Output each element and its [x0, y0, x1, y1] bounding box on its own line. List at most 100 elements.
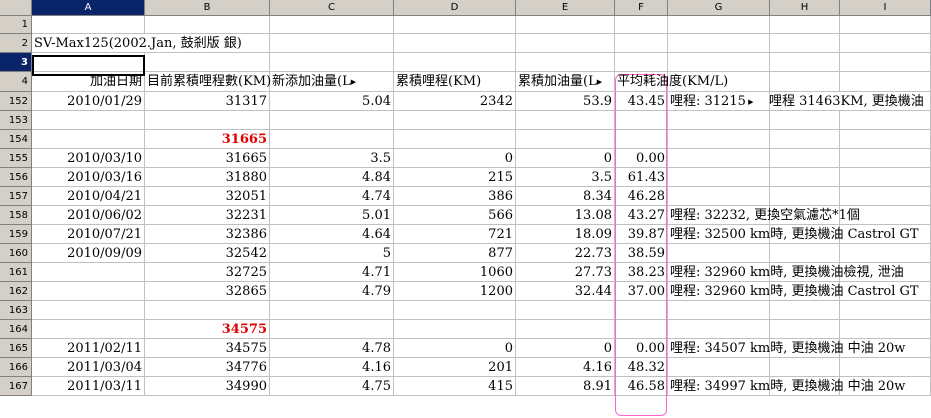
column-header-c[interactable]: C — [270, 0, 394, 16]
cell-e165[interactable]: 0 — [516, 339, 615, 358]
cell-e160[interactable]: 22.73 — [516, 244, 615, 263]
cell-f164[interactable] — [615, 320, 668, 339]
cell-g164[interactable] — [668, 320, 770, 339]
cell-b152[interactable]: 31317 — [145, 92, 270, 111]
cell-f165[interactable]: 0.00 — [615, 339, 668, 358]
cell-h166[interactable] — [770, 358, 840, 377]
cell-f154[interactable] — [615, 130, 668, 149]
cell-a152[interactable]: 2010/01/29 — [32, 92, 145, 111]
cell-d158[interactable]: 566 — [394, 206, 516, 225]
cell-c1[interactable] — [270, 16, 394, 34]
cell-a2[interactable]: SV-Max125(2002.Jan, 鼓剎版 銀) — [32, 34, 242, 53]
cell-b163[interactable] — [145, 301, 270, 320]
cell-f167[interactable]: 46.58 — [615, 377, 668, 396]
cell-e163[interactable] — [516, 301, 615, 320]
cell-c155[interactable]: 3.5 — [270, 149, 394, 168]
row-header-161[interactable]: 161 — [0, 263, 32, 282]
cell-e161[interactable]: 27.73 — [516, 263, 615, 282]
cell-e159[interactable]: 18.09 — [516, 225, 615, 244]
cell-b157[interactable]: 32051 — [145, 187, 270, 206]
cell-d154[interactable] — [394, 130, 516, 149]
cell-a158[interactable]: 2010/06/02 — [32, 206, 145, 225]
row-header-167[interactable]: 167 — [0, 377, 32, 396]
row-header-1[interactable]: 1 — [0, 16, 32, 34]
cell-d157[interactable]: 386 — [394, 187, 516, 206]
cell-i3[interactable] — [840, 53, 931, 72]
cell-e164[interactable] — [516, 320, 615, 339]
cell-d166[interactable]: 201 — [394, 358, 516, 377]
cell-c154[interactable] — [270, 130, 394, 149]
cell-h155[interactable] — [770, 149, 840, 168]
cell-h157[interactable] — [770, 187, 840, 206]
column-header-g[interactable]: G — [668, 0, 770, 16]
cell-f161[interactable]: 38.23 — [615, 263, 668, 282]
cell-e157[interactable]: 8.34 — [516, 187, 615, 206]
cell-b4[interactable]: 目前累積哩程數(KM) — [145, 72, 271, 92]
cell-f166[interactable]: 48.32 — [615, 358, 668, 377]
cell-i157[interactable] — [840, 187, 931, 206]
cell-h160[interactable] — [770, 244, 840, 263]
cell-e167[interactable]: 8.91 — [516, 377, 615, 396]
cell-d160[interactable]: 877 — [394, 244, 516, 263]
cell-i164[interactable] — [840, 320, 931, 339]
row-header-162[interactable]: 162 — [0, 282, 32, 301]
cell-b158[interactable]: 32231 — [145, 206, 270, 225]
cell-b154[interactable]: 31665 — [145, 130, 270, 149]
cell-e1[interactable] — [516, 16, 615, 34]
cell-g165[interactable]: 哩程: 34507 km時, 更換機油 中油 20w — [668, 339, 905, 358]
cell-g160[interactable] — [668, 244, 770, 263]
cell-e152[interactable]: 53.9 — [516, 92, 615, 111]
cell-a160[interactable]: 2010/09/09 — [32, 244, 145, 263]
cell-a3[interactable] — [32, 53, 145, 72]
cell-f163[interactable] — [615, 301, 668, 320]
cell-f159[interactable]: 39.87 — [615, 225, 668, 244]
cell-a156[interactable]: 2010/03/16 — [32, 168, 145, 187]
row-header-160[interactable]: 160 — [0, 244, 32, 263]
cell-a166[interactable]: 2011/03/04 — [32, 358, 145, 377]
row-header-158[interactable]: 158 — [0, 206, 32, 225]
cell-c3[interactable] — [270, 53, 394, 72]
cell-a164[interactable] — [32, 320, 145, 339]
cell-g3[interactable] — [668, 53, 770, 72]
cell-c2[interactable] — [270, 34, 394, 53]
cell-c4[interactable]: 新添加油量(L▶ — [270, 72, 394, 92]
cell-a162[interactable] — [32, 282, 145, 301]
cell-d153[interactable] — [394, 111, 516, 130]
column-header-f[interactable]: F — [615, 0, 668, 16]
cell-e166[interactable]: 4.16 — [516, 358, 615, 377]
cell-i153[interactable] — [840, 111, 931, 130]
cell-g155[interactable] — [668, 149, 770, 168]
cell-h156[interactable] — [770, 168, 840, 187]
cell-h154[interactable] — [770, 130, 840, 149]
row-header-3[interactable]: 3 — [0, 53, 32, 72]
row-header-164[interactable]: 164 — [0, 320, 32, 339]
cell-g157[interactable] — [668, 187, 770, 206]
cell-g159[interactable]: 哩程: 32500 km時, 更換機油 Castrol GT — [668, 225, 919, 244]
cell-f153[interactable] — [615, 111, 668, 130]
cell-d167[interactable]: 415 — [394, 377, 516, 396]
cell-a161[interactable] — [32, 263, 145, 282]
cell-f1[interactable] — [615, 16, 668, 34]
row-header-154[interactable]: 154 — [0, 130, 32, 149]
column-header-e[interactable]: E — [516, 0, 615, 16]
cell-f155[interactable]: 0.00 — [615, 149, 668, 168]
cell-a153[interactable] — [32, 111, 145, 130]
row-header-2[interactable]: 2 — [0, 34, 32, 53]
cell-c153[interactable] — [270, 111, 394, 130]
cell-h2[interactable] — [770, 34, 840, 53]
cell-c165[interactable]: 4.78 — [270, 339, 394, 358]
cell-f160[interactable]: 38.59 — [615, 244, 668, 263]
cell-g156[interactable] — [668, 168, 770, 187]
cell-e3[interactable] — [516, 53, 615, 72]
cell-g167[interactable]: 哩程: 34997 km時, 更換機油 中油 20w — [668, 377, 905, 396]
cell-d152[interactable]: 2342 — [394, 92, 516, 111]
cell-e2[interactable] — [516, 34, 615, 53]
column-header-h[interactable]: H — [770, 0, 840, 16]
cell-g152[interactable]: 哩程: 31215 ▶ — [668, 92, 770, 111]
cell-b155[interactable]: 31665 — [145, 149, 270, 168]
cell-g166[interactable] — [668, 358, 770, 377]
cell-d163[interactable] — [394, 301, 516, 320]
cell-b153[interactable] — [145, 111, 270, 130]
cell-b1[interactable] — [145, 16, 270, 34]
cell-a4[interactable]: 加油日期 — [32, 72, 145, 92]
